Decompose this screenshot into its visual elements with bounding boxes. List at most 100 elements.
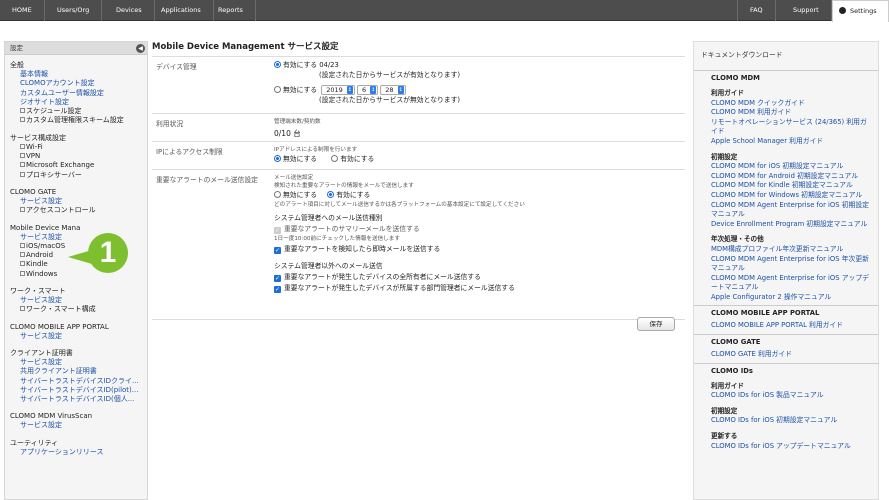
collapse-sidebar-icon[interactable]: ◀ — [136, 44, 145, 53]
immediate-mail-option[interactable]: ✓ 重要なアラートを検知したら即時メールを送信する — [274, 244, 685, 254]
document-download-link[interactable]: CLOMO MDM for Kindle 初期設定マニュアル — [694, 181, 878, 191]
sidebar-section: CLOMO MDM VirusScan サービス設定 — [5, 412, 147, 430]
device-enable-option[interactable]: 有効にする 04/23 — [274, 60, 685, 70]
sidebar-section-title: ユーティリティ — [10, 438, 59, 447]
sidebar-link[interactable]: 基本情報 — [10, 70, 147, 79]
document-download-link[interactable]: Device Enrollment Program 初期設定マニュアル — [694, 220, 878, 230]
expand-icon[interactable] — [20, 252, 25, 258]
document-download-link[interactable]: CLOMO IDs for iOS 初期設定マニュアル — [694, 416, 878, 426]
owner-mail-checkbox[interactable]: ✓ — [274, 275, 281, 282]
disable-radio-label: 無効にする — [283, 86, 318, 94]
month-select[interactable]: 6 ↕ — [356, 85, 379, 95]
document-download-link[interactable]: CLOMO MDM for Android 初期設定マニュアル — [694, 172, 878, 182]
document-download-link[interactable]: CLOMO MDM 利用ガイド — [694, 108, 878, 118]
ip-disable-radio-selected[interactable] — [274, 155, 281, 162]
sidebar-expandable-item[interactable]: Wi-Fi — [10, 143, 147, 152]
sidebar-link[interactable]: サービス設定 — [10, 197, 147, 206]
sidebar-link[interactable]: サービス設定 — [10, 332, 147, 341]
summary-mail-checkbox[interactable]: ✓ — [274, 227, 281, 234]
alert-disable-radio[interactable] — [274, 191, 281, 198]
sidebar-expandable-item[interactable]: Windows — [10, 270, 147, 279]
sidebar-link[interactable]: サービス設定 — [10, 358, 147, 367]
nav-reports[interactable]: Reports — [206, 0, 256, 21]
expand-icon[interactable] — [20, 108, 25, 114]
expand-icon[interactable] — [20, 261, 25, 267]
sidebar-link[interactable]: サイバートラストデバイスID(個人... — [10, 395, 147, 404]
document-download-link[interactable]: CLOMO MDM Agent Enterprise for iOS アップデー… — [694, 274, 878, 293]
dept-mail-checkbox[interactable]: ✓ — [274, 286, 281, 293]
sidebar-expandable-item[interactable]: ワーク・スマート構成 — [10, 305, 147, 314]
sidebar-link[interactable]: CLOMOアカウント設定 — [10, 79, 147, 88]
nav-faq[interactable]: FAQ — [737, 0, 776, 21]
sidebar-link[interactable]: 共用クライアント証明書 — [10, 367, 147, 376]
sidebar-link[interactable]: サービス設定 — [10, 421, 147, 430]
document-download-link[interactable]: Apple Configurator 2 操作マニュアル — [694, 293, 878, 303]
expand-icon[interactable] — [20, 270, 25, 276]
expand-icon[interactable] — [20, 242, 25, 248]
immediate-mail-checkbox[interactable]: ✓ — [274, 247, 281, 254]
nav-devices[interactable]: Devices — [104, 0, 155, 21]
sidebar-link[interactable]: サイバートラストデバイスID(pilot)... — [10, 386, 147, 395]
document-download-link[interactable]: CLOMO MDM Agent Enterprise for iOS 初期設定マ… — [694, 201, 878, 220]
nav-settings[interactable]: Settings — [832, 0, 889, 22]
summary-mail-option[interactable]: ✓ 重要なアラートのサマリーメールを送信する — [274, 224, 685, 234]
expand-icon[interactable] — [20, 306, 25, 312]
disable-radio[interactable] — [274, 86, 281, 93]
form-divider — [152, 319, 685, 320]
device-disable-option[interactable]: 無効にする 2019 ↕ 6 ↕ 28 ↕ — [274, 85, 685, 95]
sidebar-expandable-item[interactable]: Microsoft Exchange — [10, 161, 147, 170]
sidebar-expandable-item[interactable]: カスタム管理権限スキーム設定 — [10, 116, 147, 125]
month-value: 6 — [361, 86, 367, 94]
document-download-link[interactable]: CLOMO IDs for iOS アップデートマニュアル — [694, 442, 878, 452]
alert-disable-option[interactable]: 無効にする — [274, 191, 317, 199]
expand-icon[interactable] — [20, 171, 25, 177]
sidebar-link[interactable]: サービス設定 — [10, 233, 147, 242]
nav-applications[interactable]: Applications — [149, 0, 214, 21]
day-select[interactable]: 28 ↕ — [380, 85, 406, 95]
sidebar-expandable-item[interactable]: プロキシサーバー — [10, 171, 147, 180]
dept-mail-option[interactable]: ✓ 重要なアラートが発生したデバイスが所属する部門管理者にメール送信する — [274, 283, 685, 293]
nav-users-org[interactable]: Users/Org — [45, 0, 103, 21]
other-mail-title: システム管理者以外へのメール送信 — [274, 262, 383, 270]
document-download-link[interactable]: CLOMO MDM クイックガイド — [694, 99, 878, 109]
expand-icon[interactable] — [20, 162, 25, 168]
alert-enable-option[interactable]: 有効にする — [327, 191, 370, 199]
nav-home[interactable]: HOME — [0, 0, 45, 21]
ip-enable-option[interactable]: 有効にする — [331, 155, 374, 163]
sidebar-header: 設定 ◀ — [5, 42, 147, 55]
sidebar-section-title: 全般 — [10, 61, 24, 69]
expand-icon[interactable] — [20, 207, 25, 213]
expand-icon[interactable] — [20, 143, 25, 149]
expand-icon[interactable] — [20, 117, 25, 123]
ip-disable-option[interactable]: 無効にする — [274, 155, 317, 163]
alert-enable-radio-selected[interactable] — [327, 191, 335, 198]
document-group-spacer — [694, 451, 878, 454]
document-download-link[interactable]: Apple School Manager 利用ガイド — [694, 137, 878, 147]
sidebar-expandable-label: プロキシサーバー — [26, 170, 82, 179]
document-download-link[interactable]: リモートオペレーションサービス (24/365) 利用ガイド — [694, 118, 878, 137]
document-download-link[interactable]: CLOMO IDs for iOS 製品マニュアル — [694, 391, 878, 401]
owner-mail-option[interactable]: ✓ 重要なアラートが発生したデバイスの全所有者にメール送信する — [274, 272, 685, 282]
document-download-link[interactable]: CLOMO MDM for iOS 初期設定マニュアル — [694, 162, 878, 172]
document-download-link[interactable]: CLOMO MOBILE APP PORTAL 利用ガイド — [694, 321, 878, 331]
expand-icon[interactable] — [20, 153, 25, 159]
sidebar-expandable-item[interactable]: VPN — [10, 152, 147, 161]
sidebar-link[interactable]: ジオサイト設定 — [10, 98, 147, 107]
sidebar-link[interactable]: サイバートラストデバイスIDクライ... — [10, 377, 147, 386]
sidebar-section-title: CLOMO MDM VirusScan — [10, 412, 93, 421]
document-download-link[interactable]: CLOMO MDM for Windows 初期設定マニュアル — [694, 191, 878, 201]
sidebar-expandable-item[interactable]: アクセスコントロール — [10, 206, 147, 215]
document-download-link[interactable]: CLOMO GATE 利用ガイド — [694, 350, 878, 360]
sidebar-link[interactable]: アプリケーションリリース — [10, 448, 147, 457]
year-select[interactable]: 2019 ↕ — [321, 85, 355, 95]
sidebar-link[interactable]: カスタムユーザー情報設定 — [10, 89, 147, 98]
enable-radio-selected[interactable] — [274, 61, 281, 68]
nav-support[interactable]: Support — [781, 0, 832, 21]
document-download-link[interactable]: CLOMO MDM Agent Enterprise for iOS 年次更新マ… — [694, 255, 878, 274]
ip-enable-radio[interactable] — [331, 155, 339, 162]
sidebar-link[interactable]: サービス設定 — [10, 296, 147, 305]
alert-mail-label: 重要なアラートのメール送信設定 — [156, 176, 258, 184]
save-button[interactable]: 保存 — [637, 317, 675, 331]
document-download-link[interactable]: MDM構成プロファイル年次更新マニュアル — [694, 245, 878, 255]
document-download-title: ドキュメントダウンロード — [701, 51, 783, 59]
